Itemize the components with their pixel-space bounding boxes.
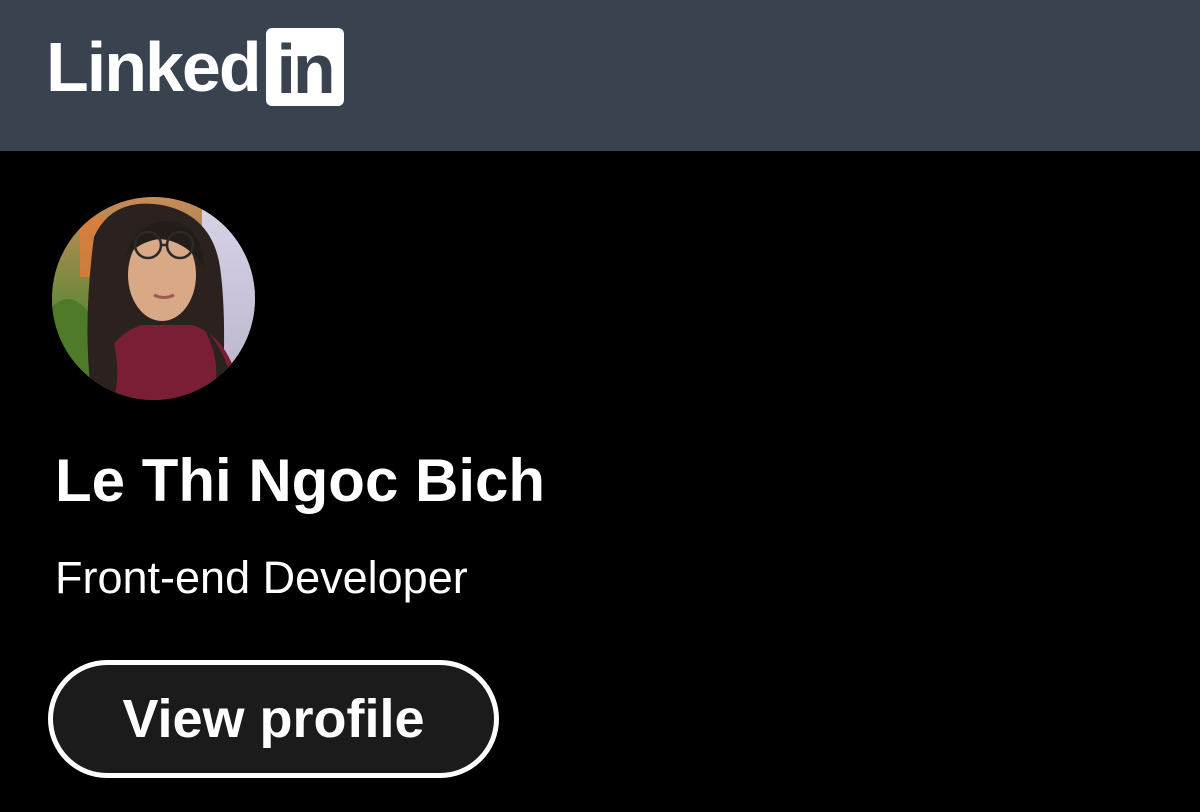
profile-headline: Front-end Developer bbox=[55, 552, 468, 603]
logo-in-box: in bbox=[265, 28, 344, 108]
linkedin-logo: Linked in bbox=[46, 28, 344, 108]
badge-header: Linked in bbox=[0, 0, 1200, 151]
linkedin-profile-badge: Linked in Le Thi Ngoc Bich Front-end Dev… bbox=[0, 0, 1200, 812]
logo-in-text: in bbox=[276, 30, 335, 108]
profile-name[interactable]: Le Thi Ngoc Bich bbox=[55, 446, 545, 516]
avatar-photo bbox=[52, 197, 255, 400]
avatar[interactable] bbox=[52, 197, 255, 400]
view-profile-button[interactable]: View profile bbox=[48, 660, 499, 778]
logo-wordmark: Linked bbox=[46, 28, 262, 106]
